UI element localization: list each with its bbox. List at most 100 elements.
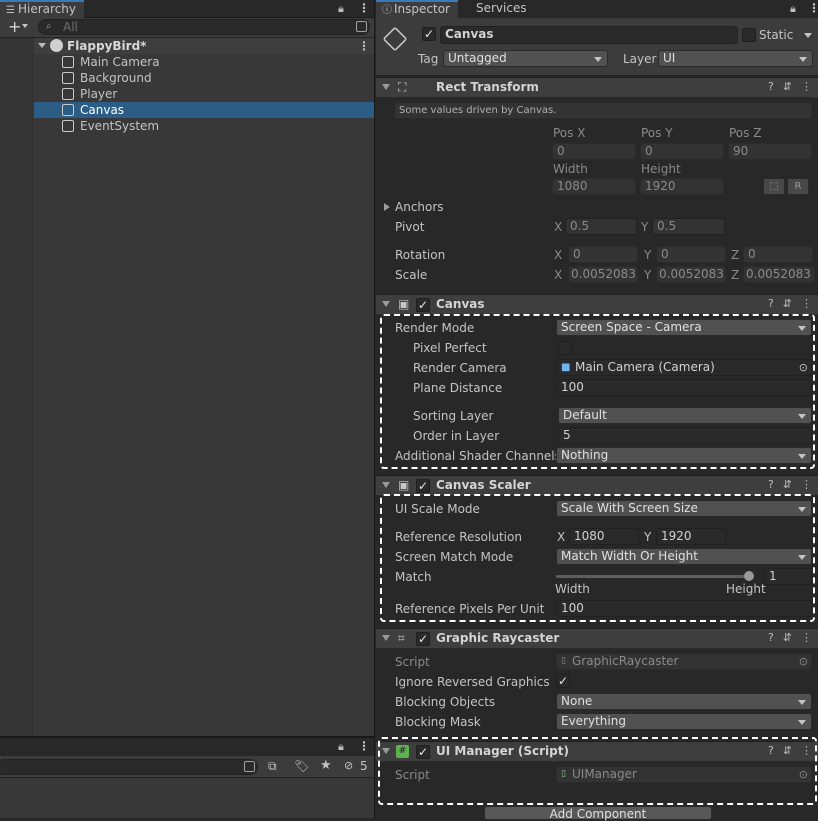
reference-y-field[interactable]: 1920: [656, 528, 726, 545]
preset-sliders-icon[interactable]: ⇵: [783, 631, 792, 644]
component-menu-icon[interactable]: ⋮: [801, 478, 812, 491]
fold-arrow-icon[interactable]: [382, 635, 390, 641]
pos-z-field[interactable]: 90: [728, 143, 812, 160]
blocking-objects-dropdown[interactable]: None: [556, 693, 812, 710]
fold-arrow-icon[interactable]: [382, 84, 390, 90]
tree-item-main-camera[interactable]: Main Camera: [0, 54, 374, 70]
anchors-label[interactable]: Anchors: [395, 199, 444, 215]
scale-z-field[interactable]: 0.0052083: [743, 266, 815, 283]
favorite-star-icon[interactable]: ★: [320, 758, 332, 773]
fold-arrow-icon[interactable]: [382, 301, 390, 307]
scene-row[interactable]: FlappyBird* ⋮: [0, 38, 374, 54]
object-picker-icon[interactable]: ⊙: [799, 767, 808, 782]
rect-transform-header[interactable]: ⛶ Rect Transform ? ⇵ ⋮: [376, 77, 818, 98]
fold-arrow-icon[interactable]: [382, 482, 390, 488]
match-value-field[interactable]: 1: [764, 568, 812, 585]
add-dropdown-icon[interactable]: [22, 24, 28, 28]
width-field[interactable]: 1080: [552, 178, 636, 195]
label-tag-icon[interactable]: 🏷︎: [294, 759, 309, 773]
match-slider-handle[interactable]: [744, 571, 754, 581]
shader-channels-dropdown[interactable]: Nothing: [556, 447, 812, 464]
ui-manager-script-field[interactable]: ▯ UIManager ⊙: [556, 766, 812, 783]
help-icon[interactable]: ?: [768, 631, 774, 644]
hidden-eye-icon[interactable]: ⊘: [344, 759, 353, 772]
component-menu-icon[interactable]: ⋮: [801, 80, 812, 93]
blocking-mask-dropdown[interactable]: Everything: [556, 713, 812, 730]
help-icon[interactable]: ?: [768, 478, 774, 491]
tree-item-eventsystem[interactable]: EventSystem: [0, 118, 374, 134]
kebab-menu-icon[interactable]: ⋮: [358, 1, 370, 15]
lock-icon[interactable]: 🔒︎: [790, 2, 796, 16]
ui-scale-mode-dropdown[interactable]: Scale With Screen Size: [556, 500, 812, 517]
reference-x-field[interactable]: 1080: [569, 528, 639, 545]
blueprint-mode-icon[interactable]: ⬚: [763, 178, 785, 195]
height-field[interactable]: 1920: [640, 178, 724, 195]
canvas-scaler-header[interactable]: ▣ ✓ Canvas Scaler ? ⇵ ⋮: [376, 475, 818, 496]
reference-ppu-field[interactable]: 100: [556, 600, 812, 617]
tree-item-canvas[interactable]: Canvas: [0, 102, 374, 118]
width-label: Width: [553, 162, 588, 176]
screen-match-mode-dropdown[interactable]: Match Width Or Height: [556, 548, 812, 565]
lock-icon[interactable]: 🔒︎: [338, 740, 344, 754]
active-checkbox[interactable]: ✓: [422, 27, 436, 41]
add-plus-icon[interactable]: +: [8, 18, 21, 36]
pixel-perfect-checkbox[interactable]: [558, 341, 572, 355]
rotation-y-field[interactable]: 0: [656, 246, 726, 263]
raycaster-script-field[interactable]: ▯ GraphicRaycaster ⊙: [556, 653, 812, 670]
canvas-component-header[interactable]: ▣ ✓ Canvas ? ⇵ ⋮: [376, 294, 818, 315]
canvas-enabled-checkbox[interactable]: ✓: [416, 298, 430, 312]
preset-sliders-icon[interactable]: ⇵: [783, 80, 792, 93]
rotation-x-field[interactable]: 0: [568, 246, 638, 263]
object-name-input[interactable]: Canvas: [440, 26, 738, 44]
layer-dropdown[interactable]: UI: [658, 50, 813, 67]
match-slider-track[interactable]: [556, 571, 754, 581]
rotation-z-field[interactable]: 0: [743, 246, 813, 263]
canvas-scaler-enabled-checkbox[interactable]: ✓: [416, 479, 430, 493]
plane-distance-field[interactable]: 100: [556, 379, 812, 396]
kebab-menu-icon[interactable]: ⋮: [808, 1, 818, 15]
static-dropdown-icon[interactable]: [804, 33, 812, 38]
render-camera-field[interactable]: ■ Main Camera (Camera) ⊙: [556, 359, 812, 376]
lock-icon[interactable]: 🔒︎: [338, 2, 344, 16]
project-search-input[interactable]: [0, 759, 258, 775]
expand-arrow-icon[interactable]: [38, 43, 46, 48]
pivot-x-field[interactable]: 0.5: [565, 218, 637, 235]
tag-dropdown[interactable]: Untagged: [443, 50, 608, 67]
unity-scene-icon: [50, 39, 63, 52]
graphic-raycaster-header[interactable]: ⌗ ✓ Graphic Raycaster ? ⇵ ⋮: [376, 628, 818, 649]
tab-hierarchy[interactable]: ☰ Hierarchy: [0, 0, 85, 18]
hierarchy-tabbar: ☰ Hierarchy 🔒︎ ⋮: [0, 0, 374, 18]
ignore-reversed-checkbox[interactable]: ✓: [556, 674, 570, 688]
order-in-layer-field[interactable]: 5: [558, 427, 812, 444]
pivot-y-field[interactable]: 0.5: [652, 218, 725, 235]
raw-edit-button[interactable]: R: [787, 178, 809, 195]
render-mode-dropdown[interactable]: Screen Space - Camera: [556, 319, 812, 336]
preset-sliders-icon[interactable]: ⇵: [783, 297, 792, 310]
scale-x-field[interactable]: 0.0052083: [568, 266, 638, 283]
static-checkbox[interactable]: [742, 28, 756, 42]
scale-y-field[interactable]: 0.0052083: [656, 266, 726, 283]
object-picker-icon[interactable]: ⊙: [799, 654, 808, 669]
tree-item-player[interactable]: Player: [0, 86, 374, 102]
pos-y-field[interactable]: 0: [640, 143, 724, 160]
anchors-fold-icon[interactable]: [384, 203, 390, 211]
order-in-layer-label: Order in Layer: [413, 429, 500, 443]
pos-x-field[interactable]: 0: [552, 143, 636, 160]
preset-sliders-icon[interactable]: ⇵: [783, 478, 792, 491]
component-menu-icon[interactable]: ⋮: [801, 631, 812, 644]
component-menu-icon[interactable]: ⋮: [801, 297, 812, 310]
search-options-icon[interactable]: [244, 761, 255, 772]
raycaster-enabled-checkbox[interactable]: ✓: [416, 632, 430, 646]
search-by-type-icon[interactable]: ⧉: [268, 759, 277, 774]
scene-menu-icon[interactable]: ⋮: [358, 38, 370, 54]
help-icon[interactable]: ?: [768, 297, 774, 310]
tab-services[interactable]: Services: [470, 0, 535, 18]
tab-inspector[interactable]: ⓘ Inspector: [376, 0, 458, 18]
kebab-menu-icon[interactable]: ⋮: [358, 739, 370, 753]
help-icon[interactable]: ?: [768, 80, 774, 93]
sorting-layer-dropdown[interactable]: Default: [558, 407, 812, 424]
object-picker-icon[interactable]: ⊙: [799, 360, 808, 375]
search-options-icon[interactable]: [356, 21, 367, 32]
tree-item-background[interactable]: Background: [0, 70, 374, 86]
search-input[interactable]: ⌕ All: [38, 19, 370, 35]
